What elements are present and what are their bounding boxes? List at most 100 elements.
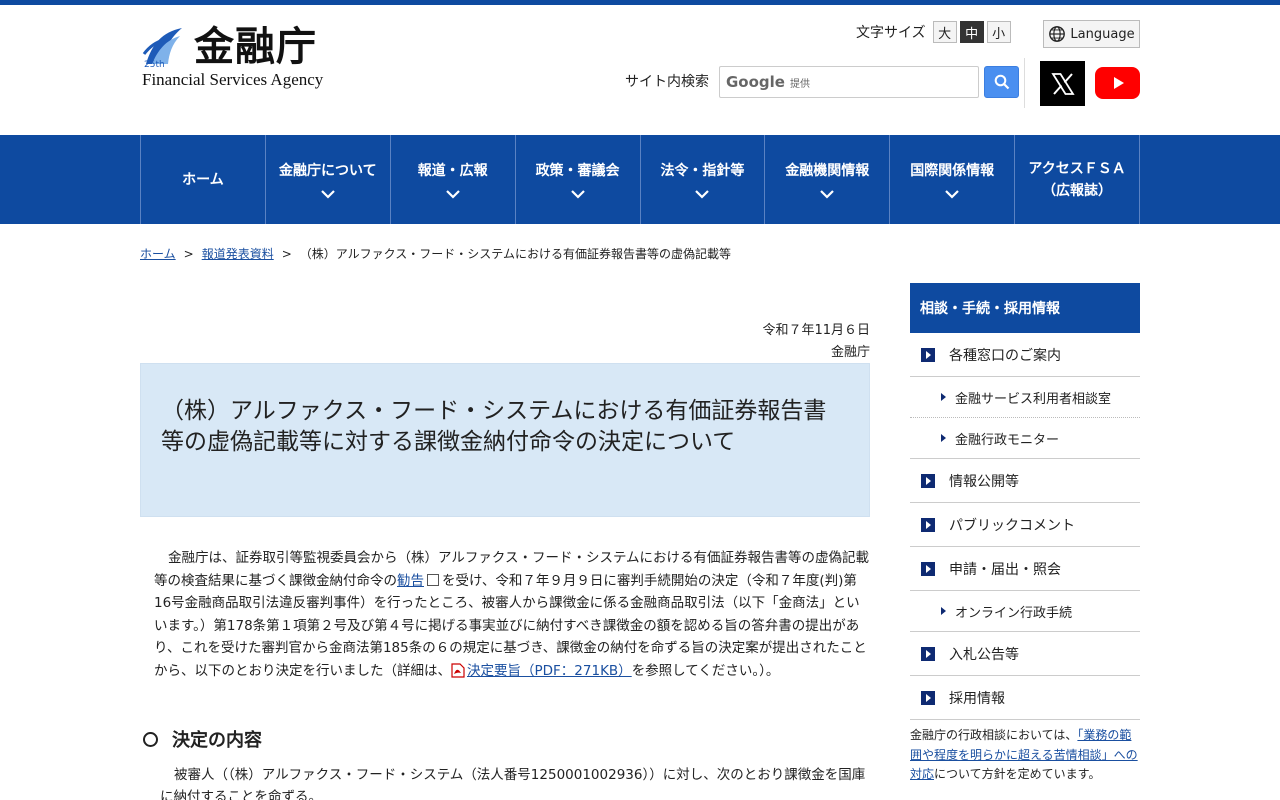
chevron-down-icon [695, 190, 710, 199]
google-provided-label: 提供 [789, 78, 810, 90]
nav-item-policy[interactable]: 政策・審議会 [516, 135, 641, 224]
sidebar-item-public-comment[interactable]: パブリックコメント [910, 503, 1140, 547]
arrow-square-icon [921, 473, 935, 488]
pdf-icon [451, 663, 465, 678]
sidebar-menu: 各種窓口のご案内 金融サービス利用者相談室 金融行政モニター 情報公開等 パブリ… [910, 333, 1140, 720]
sidebar-heading: 相談・手続・採用情報 [910, 283, 1140, 333]
triangle-bullet-icon [941, 393, 946, 401]
logo-subtitle: Financial Services Agency [142, 70, 324, 89]
sidebar-item-disclosure[interactable]: 情報公開等 [910, 459, 1140, 503]
nav-label: ホーム [182, 171, 224, 188]
sidebar-item-contact[interactable]: 各種窓口のご案内 [910, 333, 1140, 377]
nav-label: 報道・広報 [417, 163, 488, 179]
sidebar-subitem-online-procedures[interactable]: オンライン行政手続 [910, 591, 1140, 632]
font-size-medium-button[interactable]: 中 [959, 21, 984, 43]
sidebar-item-label: オンライン行政手続 [955, 605, 1073, 621]
body-text-3: を参照してください。）。 [631, 662, 780, 679]
language-label: Language [1070, 26, 1135, 42]
font-size-label: 文字サイズ [856, 25, 926, 41]
search-icon [994, 74, 1009, 90]
sidebar-item-applications[interactable]: 申請・届出・照会 [910, 547, 1140, 591]
chevron-down-icon [445, 190, 460, 199]
nav-label: 法令・指針等 [660, 163, 745, 179]
sidebar-item-label: 採用情報 [949, 690, 1005, 707]
breadcrumb-separator: > [281, 246, 292, 261]
circle-bullet-icon [143, 731, 158, 747]
youtube-play-icon [1113, 77, 1124, 89]
youtube-button[interactable] [1095, 67, 1140, 99]
decision-summary-pdf-link[interactable]: 決定要旨（PDF：271KB） [467, 663, 632, 679]
article-title-box: （株）アルファクス・フード・システムにおける有価証券報告書等の虚偽記載等に対する… [140, 363, 870, 517]
chevron-down-icon [945, 190, 959, 199]
sidebar-note: 金融庁の行政相談においては、「業務の範囲や程度を明らかに超える苦情相談」への対応… [910, 726, 1140, 785]
arrow-square-icon [921, 561, 935, 576]
arrow-square-icon [921, 347, 935, 362]
x-social-button[interactable] [1040, 61, 1085, 106]
nav-label: 国際関係情報 [910, 163, 995, 179]
triangle-bullet-icon [941, 607, 946, 615]
arrow-square-icon [921, 646, 935, 661]
font-size-small-button[interactable]: 小 [986, 21, 1011, 43]
sidebar-item-label: 申請・届出・照会 [949, 561, 1061, 578]
chevron-down-icon [321, 190, 335, 199]
article-title: （株）アルファクス・フード・システムにおける有価証券報告書等の虚偽記載等に対する… [161, 398, 827, 455]
site-logo[interactable]: 25th 金融庁 Financial Services Agency [140, 22, 340, 92]
nav-label: 金融庁について [279, 163, 377, 179]
section-text: 被審人（（株）アルファクス・フード・システム（法人番号1250001002936… [160, 767, 866, 800]
external-link-icon [427, 573, 439, 586]
chevron-down-icon [820, 190, 835, 199]
nav-label-secondary: （広報誌） [1042, 182, 1113, 199]
breadcrumb-home-link[interactable]: ホーム [140, 245, 176, 262]
fsa-emblem-icon: 25th [142, 28, 182, 68]
breadcrumb-press-link[interactable]: 報道発表資料 [202, 245, 274, 262]
sidebar-item-label: 金融サービス利用者相談室 [955, 391, 1112, 407]
nav-label: 金融機関情報 [785, 163, 870, 179]
header-divider [1024, 58, 1025, 108]
sidebar-note-text-2: について方針を定めています。 [934, 767, 1101, 781]
top-accent-bar [0, 0, 1280, 5]
nav-item-about[interactable]: 金融庁について [266, 135, 391, 224]
font-size-control: 文字サイズ 大 中 小 [856, 21, 1011, 43]
recommendation-link[interactable]: 勧告 [397, 573, 424, 589]
sidebar-item-label: 入札公告等 [949, 646, 1019, 663]
triangle-bullet-icon [941, 434, 946, 442]
nav-label: アクセスＦＳＡ [1028, 160, 1126, 177]
search-button[interactable] [984, 66, 1019, 98]
sidebar-item-bidding[interactable]: 入札公告等 [910, 632, 1140, 676]
sidebar-item-label: 各種窓口のご案内 [949, 347, 1061, 364]
publish-date: 令和７年11月６日 [762, 323, 870, 338]
breadcrumb-current: （株）アルファクス・フード・システムにおける有価証券報告書等の虚偽記載等 [299, 247, 731, 261]
globe-icon [1049, 26, 1066, 42]
nav-label: 政策・審議会 [535, 163, 620, 179]
logo-badge: 25th [144, 60, 165, 68]
x-logo-icon [1050, 72, 1075, 95]
search-label: サイト内検索 [625, 74, 709, 90]
font-size-large-button[interactable]: 大 [932, 21, 957, 43]
sidebar-item-label: パブリックコメント [949, 517, 1075, 534]
sidebar-item-label: 情報公開等 [949, 473, 1019, 490]
nav-item-press[interactable]: 報道・広報 [391, 135, 516, 224]
nav-item-laws[interactable]: 法令・指針等 [641, 135, 766, 224]
logo-title: 金融庁 [194, 23, 317, 70]
global-nav: ホーム 金融庁について 報道・広報 政策・審議会 法令・指針等 金融機関情報 国… [0, 135, 1280, 224]
nav-item-international[interactable]: 国際関係情報 [890, 135, 1016, 224]
breadcrumb-separator: > [183, 246, 194, 261]
sidebar-item-label: 金融行政モニター [955, 432, 1060, 448]
section-heading: 決定の内容 [143, 726, 262, 752]
publish-org: 金融庁 [830, 345, 870, 360]
nav-item-institutions[interactable]: 金融機関情報 [765, 135, 891, 224]
sidebar-note-text-1: 金融庁の行政相談においては、 [910, 728, 1078, 742]
nav-item-home[interactable]: ホーム [141, 135, 266, 224]
sidebar-subitem-consultation[interactable]: 金融サービス利用者相談室 [910, 377, 1140, 418]
chevron-down-icon [570, 190, 585, 199]
arrow-square-icon [921, 690, 935, 705]
language-button[interactable]: Language [1043, 20, 1140, 48]
sidebar-item-recruitment[interactable]: 採用情報 [910, 676, 1140, 720]
publish-info: 令和７年11月６日 金融庁 [640, 320, 870, 364]
nav-item-access-fsa[interactable]: アクセスＦＳＡ （広報誌） [1015, 135, 1140, 224]
sidebar-subitem-monitor[interactable]: 金融行政モニター [910, 418, 1140, 459]
search-input[interactable]: Google 提供 [719, 66, 979, 98]
breadcrumb: ホーム > 報道発表資料 > （株）アルファクス・フード・システムにおける有価証… [140, 245, 731, 262]
google-wordmark: Google [726, 73, 785, 91]
arrow-square-icon [921, 517, 935, 532]
